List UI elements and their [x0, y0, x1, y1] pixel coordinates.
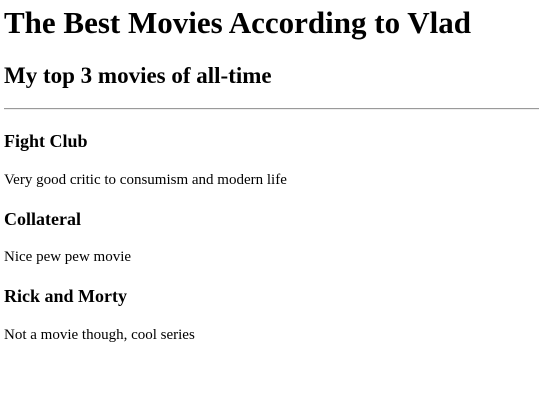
movie-description: Nice pew pew movie: [4, 249, 132, 265]
page-subtitle: My top 3 movies of all-time: [4, 63, 272, 88]
movie-title: Rick and Morty: [4, 286, 127, 306]
movie-description: Very good critic to consumism and modern…: [4, 172, 287, 188]
divider: [4, 108, 539, 110]
movie-title: Fight Club: [4, 131, 88, 151]
movie-title: Collateral: [4, 209, 81, 229]
movie-description: Not a movie though, cool series: [4, 327, 195, 343]
page-title: The Best Movies According to Vlad: [4, 5, 471, 40]
